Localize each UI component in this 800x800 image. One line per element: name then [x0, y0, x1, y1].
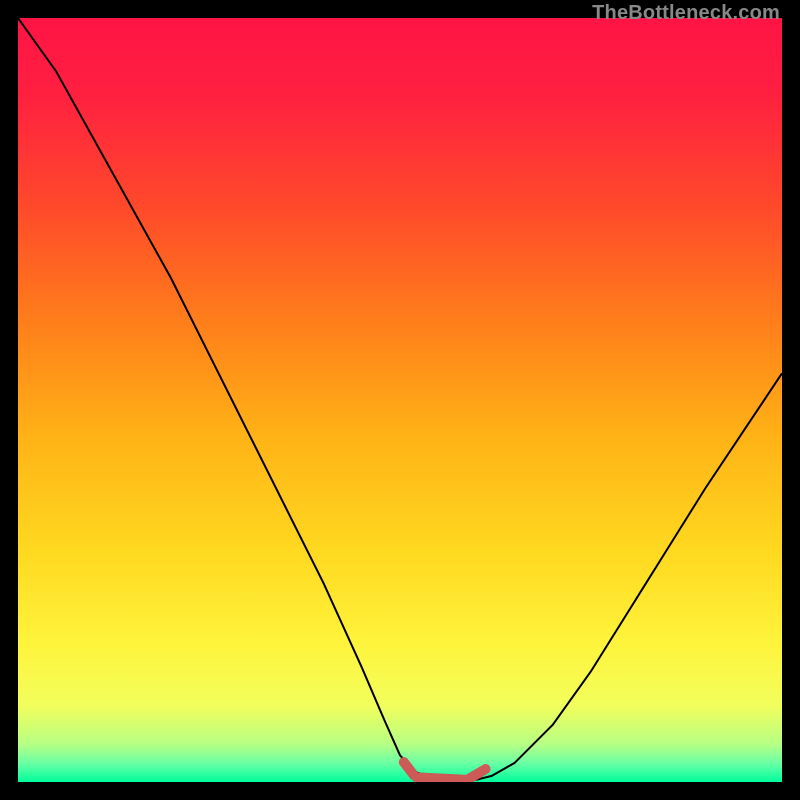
curve-layer	[18, 18, 782, 782]
chart-stage: TheBottleneck.com	[0, 0, 800, 800]
valley-marker	[404, 762, 486, 780]
valley-marker-segment	[404, 762, 414, 775]
watermark-text: TheBottleneck.com	[592, 2, 780, 25]
valley-marker-segment	[417, 777, 465, 779]
bottleneck-curve	[18, 18, 782, 780]
plot-area	[18, 18, 782, 782]
